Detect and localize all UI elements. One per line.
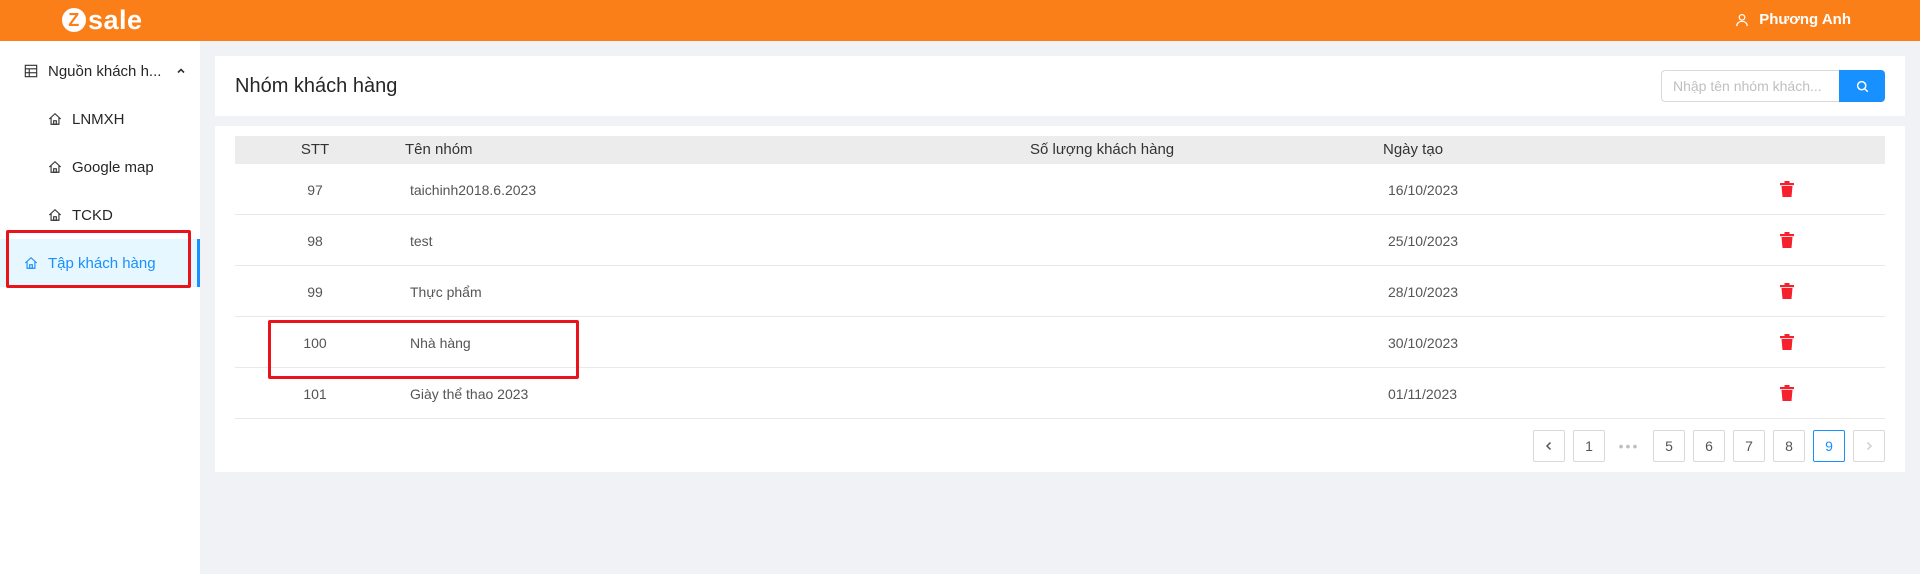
delete-button[interactable]	[1780, 385, 1794, 404]
cell-stt: 99	[307, 284, 323, 300]
pagination-page[interactable]: 6	[1693, 430, 1725, 462]
logo-mark: Z	[62, 8, 86, 32]
pagination: 1 ••• 5 6 7 8 9	[1533, 430, 1893, 462]
delete-button[interactable]	[1780, 232, 1794, 251]
annotation-highlight-box	[6, 230, 191, 288]
trash-icon	[1780, 283, 1794, 299]
logo-text: sale	[88, 4, 143, 35]
sidebar-item-lnmxh[interactable]: LNMXH	[0, 95, 200, 143]
table-header: STT Tên nhóm Số lượng khách hàng Ngày tạ…	[235, 136, 1885, 164]
user-name: Phương Anh	[1759, 11, 1851, 28]
sidebar-item-label: LNMXH	[72, 110, 125, 128]
delete-button[interactable]	[1780, 283, 1794, 302]
search-icon	[1856, 80, 1868, 92]
search-bar	[1661, 70, 1885, 102]
delete-button[interactable]	[1780, 334, 1794, 353]
trash-icon	[1780, 232, 1794, 248]
trash-icon	[1780, 334, 1794, 350]
annotation-highlight-box	[268, 320, 579, 379]
home-icon	[48, 208, 62, 221]
pagination-next-button[interactable]	[1853, 430, 1885, 462]
table-icon	[24, 64, 38, 78]
table-row[interactable]: 99 Thực phẩm 28/10/2023	[235, 266, 1885, 317]
pagination-prev-button[interactable]	[1533, 430, 1565, 462]
trash-icon	[1780, 181, 1794, 197]
cell-name: test	[410, 233, 433, 249]
home-icon	[48, 112, 62, 125]
chevron-right-icon	[1866, 441, 1873, 451]
search-button[interactable]	[1839, 70, 1885, 102]
title-card: Nhóm khách hàng	[215, 56, 1905, 116]
zsale-logo[interactable]: Z sale	[62, 4, 143, 35]
user-menu[interactable]: Phương Anh	[1735, 11, 1851, 28]
cell-date: 01/11/2023	[1388, 386, 1458, 402]
table-card: STT Tên nhóm Số lượng khách hàng Ngày tạ…	[215, 126, 1905, 472]
pagination-page[interactable]: 8	[1773, 430, 1805, 462]
sidebar-group-customer-source[interactable]: Nguồn khách h...	[0, 47, 200, 95]
cell-date: 28/10/2023	[1388, 284, 1459, 300]
chevron-left-icon	[1545, 441, 1552, 451]
cell-name: taichinh2018.6.2023	[410, 182, 537, 198]
pagination-page[interactable]: 5	[1653, 430, 1685, 462]
page-title: Nhóm khách hàng	[235, 75, 398, 97]
cell-date: 25/10/2023	[1388, 233, 1459, 249]
cell-name: Thực phẩm	[410, 284, 482, 300]
column-header-name: Tên nhóm	[405, 141, 473, 158]
column-header-date: Ngày tạo	[1383, 141, 1444, 158]
user-icon	[1736, 13, 1749, 26]
cell-stt: 97	[307, 182, 323, 198]
table-row[interactable]: 98 test 25/10/2023	[235, 215, 1885, 266]
pagination-page[interactable]: 1	[1573, 430, 1605, 462]
pagination-page-current[interactable]: 9	[1813, 430, 1845, 462]
cell-name: Giày thể thao 2023	[410, 386, 529, 402]
sidebar-item-label: Google map	[72, 158, 154, 176]
delete-button[interactable]	[1780, 181, 1794, 200]
sidebar-item-google-map[interactable]: Google map	[0, 143, 200, 191]
cell-date: 30/10/2023	[1388, 335, 1459, 351]
pagination-ellipsis[interactable]: •••	[1613, 430, 1645, 462]
chevron-up-icon	[177, 68, 185, 74]
pagination-page[interactable]: 7	[1733, 430, 1765, 462]
column-header-count: Số lượng khách hàng	[1030, 141, 1175, 158]
cell-stt: 98	[307, 233, 323, 249]
top-header: Z sale Phương Anh	[0, 0, 1920, 41]
sidebar: Nguồn khách h... LNMXH Google map TCKD T…	[0, 41, 200, 574]
trash-icon	[1780, 385, 1794, 401]
cell-stt: 101	[303, 386, 327, 402]
sidebar-group-label: Nguồn khách h...	[48, 62, 162, 80]
table-row[interactable]: 97 taichinh2018.6.2023 16/10/2023	[235, 164, 1885, 215]
sidebar-item-label: TCKD	[72, 206, 113, 224]
cell-date: 16/10/2023	[1388, 182, 1459, 198]
column-header-stt: STT	[300, 141, 330, 158]
search-input[interactable]	[1661, 70, 1839, 102]
home-icon	[48, 160, 62, 173]
